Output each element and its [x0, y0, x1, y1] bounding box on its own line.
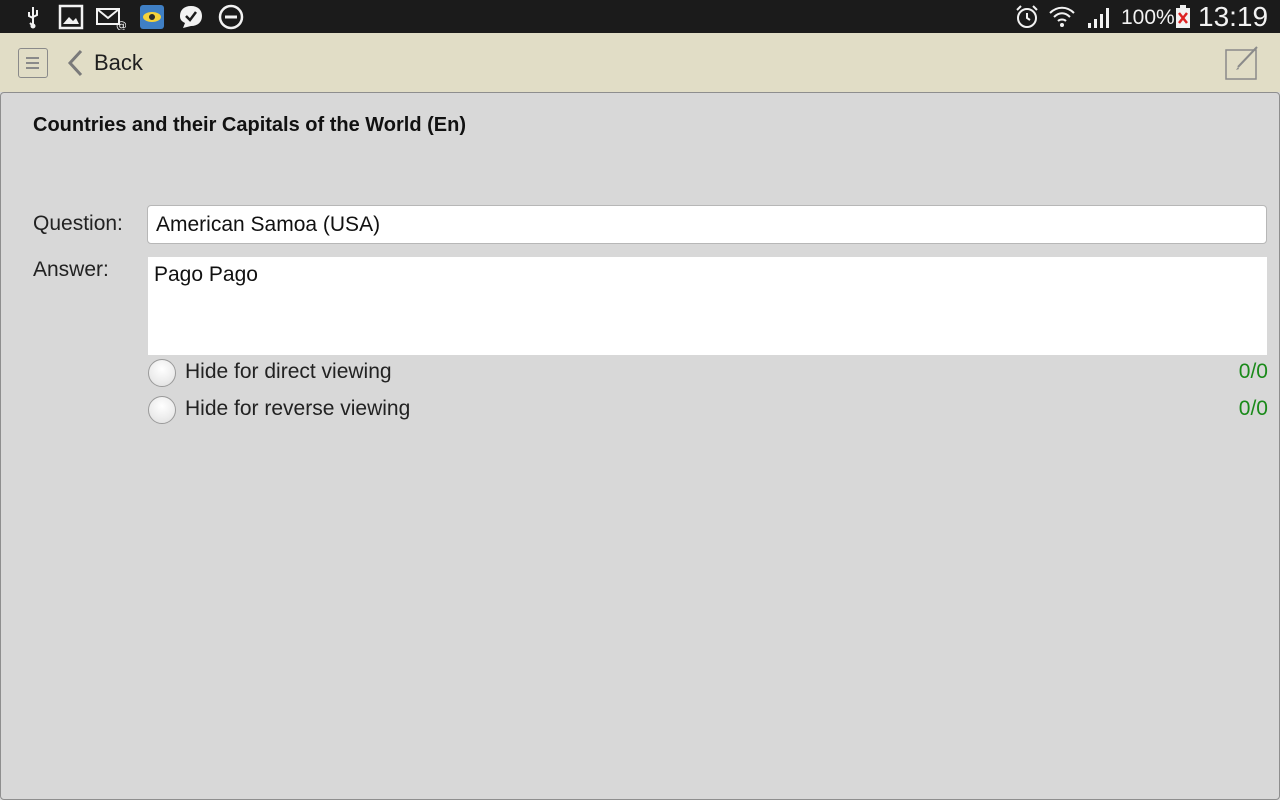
hide-direct-count: 0/0: [1238, 360, 1268, 383]
question-field[interactable]: American Samoa (USA): [147, 205, 1267, 244]
chevron-left-icon: [67, 49, 83, 77]
status-bar: @ 100% 13:19: [0, 0, 1280, 33]
clock: 13:19: [1198, 1, 1269, 32]
app-eye-icon: [140, 5, 164, 29]
card-editor: Countries and their Capitals of the Worl…: [0, 92, 1280, 800]
answer-label: Answer:: [33, 258, 109, 281]
deck-title: Countries and their Capitals of the Worl…: [33, 114, 466, 136]
usb-icon: [28, 7, 38, 29]
hide-reverse-count: 0/0: [1238, 397, 1268, 420]
signal-icon: [1088, 8, 1109, 28]
hide-direct-option[interactable]: Hide for direct viewing 0/0: [148, 358, 1268, 390]
svg-text:@: @: [116, 19, 126, 30]
back-label: Back: [94, 50, 143, 75]
hide-reverse-option[interactable]: Hide for reverse viewing 0/0: [148, 395, 1268, 427]
back-button[interactable]: Back: [66, 45, 143, 81]
battery-percentage: 100%: [1121, 6, 1175, 29]
do-not-disturb-icon: [218, 4, 244, 30]
hide-direct-label: Hide for direct viewing: [185, 360, 392, 383]
email-icon: @: [96, 8, 126, 30]
action-bar: Back: [0, 33, 1280, 92]
question-label: Question:: [33, 212, 123, 235]
battery-icon: [1176, 5, 1190, 28]
menu-icon[interactable]: [18, 48, 48, 78]
image-icon: [58, 4, 84, 30]
hide-reverse-radio[interactable]: [148, 396, 176, 424]
hide-reverse-label: Hide for reverse viewing: [185, 397, 411, 420]
check-bubble-icon: [180, 6, 202, 28]
hide-direct-radio[interactable]: [148, 359, 176, 387]
edit-icon[interactable]: [1224, 45, 1260, 81]
wifi-icon: [1049, 6, 1075, 27]
answer-field[interactable]: Pago Pago: [148, 257, 1267, 355]
alarm-icon: [1016, 5, 1038, 28]
